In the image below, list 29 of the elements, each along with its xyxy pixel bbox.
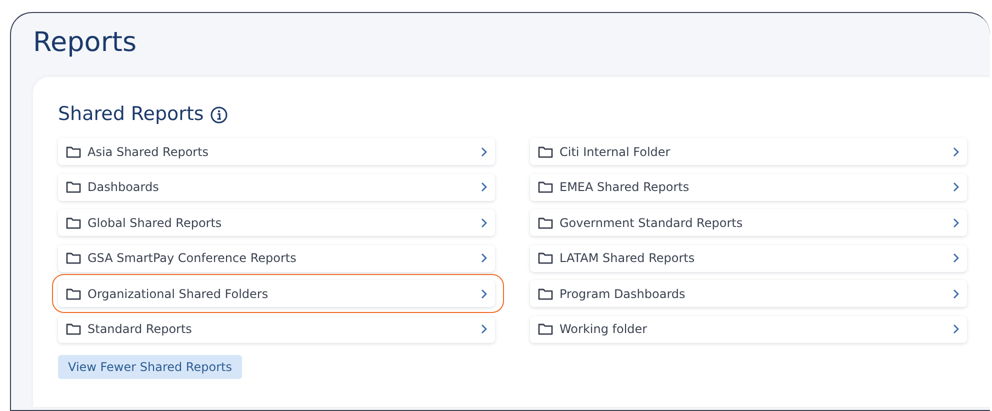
chevron-right-icon [952,146,958,157]
chevron-right-icon [952,253,958,264]
view-fewer-button[interactable]: View Fewer Shared Reports [58,354,242,379]
section-title: Shared Reports [58,103,204,126]
folder-icon [538,323,552,336]
chevron-right-icon [952,324,958,334]
chevron-right-icon [952,218,958,228]
chevron-right-icon [480,146,486,157]
chevron-right-icon [952,182,958,192]
folder-icon [538,216,552,229]
folder-icon [538,181,552,194]
page-title: Reports [33,27,138,60]
folder-icon [538,288,552,300]
chevron-right-icon [480,324,486,334]
chevron-right-icon [480,253,486,264]
folder-icon [66,252,80,264]
folder-icon [538,146,552,158]
folder-icon [66,216,80,229]
folder-icon [66,323,80,336]
folder-icon [66,181,80,194]
chevron-right-icon [480,288,486,299]
info-icon[interactable] [210,106,228,124]
chevron-right-icon [480,182,486,192]
folder-icon [66,288,80,300]
chevron-right-icon [952,288,958,299]
chevron-right-icon [480,218,486,228]
folder-item[interactable]: Organizational Shared Folders [52,274,504,314]
folder-icon [66,146,80,158]
folder-icon [538,252,552,264]
